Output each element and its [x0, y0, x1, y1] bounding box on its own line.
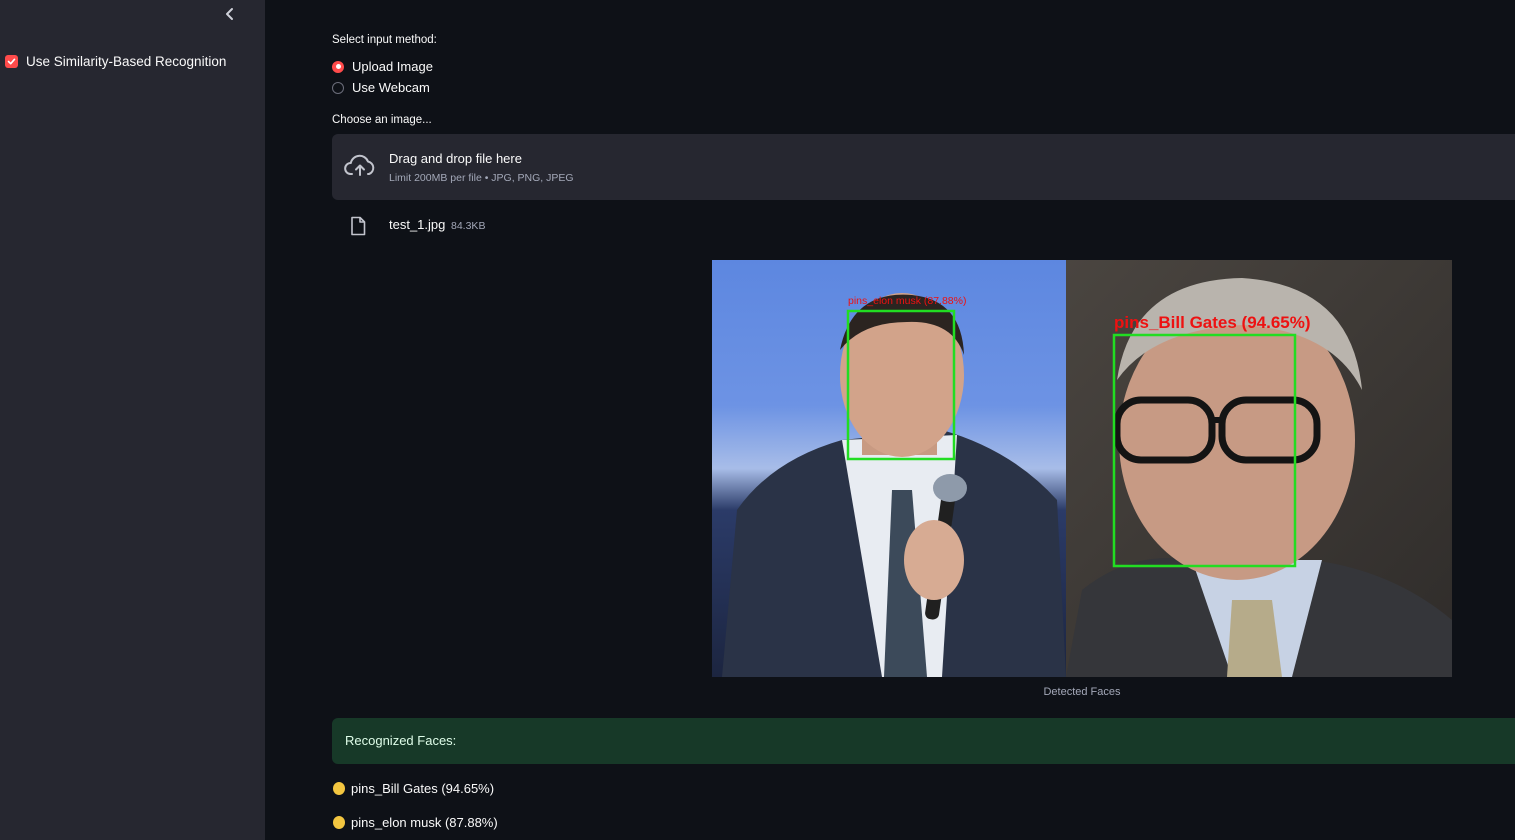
radio-label: Upload Image [352, 59, 433, 74]
recognized-face-label: pins_elon musk (87.88%) [351, 815, 498, 830]
face-emoji-icon [333, 816, 345, 829]
face-emoji-icon [333, 782, 345, 795]
uploaded-file-row [350, 216, 366, 236]
uploader-label: Choose an image... [332, 114, 432, 126]
chevron-left-icon [226, 8, 233, 20]
recognized-face-item: pins_Bill Gates (94.65%) [333, 781, 494, 796]
radio-button-selected[interactable] [332, 60, 344, 73]
recognized-face-item: pins_elon musk (87.88%) [333, 815, 498, 830]
input-method-label: Select input method: [332, 34, 437, 46]
sidebar: Use Similarity-Based Recognition [0, 0, 265, 840]
similarity-recognition-checkbox-row[interactable]: Use Similarity-Based Recognition [5, 54, 226, 69]
detection-label-gates: pins_Bill Gates (94.65%) [1114, 313, 1311, 332]
radio-label: Use Webcam [352, 80, 430, 95]
file-dropzone[interactable]: Drag and drop file here Limit 200MB per … [332, 134, 1515, 200]
cloud-upload-icon [344, 154, 375, 176]
main-content: Select input method: Upload Image Use We… [265, 0, 1515, 840]
dropzone-subtitle: Limit 200MB per file • JPG, PNG, JPEG [389, 172, 574, 184]
detection-label-elon: pins_elon musk (87.88%) [848, 295, 966, 307]
similarity-recognition-checkbox[interactable] [5, 55, 18, 68]
recognized-faces-alert: Recognized Faces: [332, 718, 1515, 764]
radio-button-unselected[interactable] [332, 81, 344, 94]
dropzone-title: Drag and drop file here [389, 151, 522, 166]
check-icon [7, 58, 16, 65]
recognized-faces-label: Recognized Faces: [345, 733, 457, 748]
checkbox-label: Use Similarity-Based Recognition [26, 54, 227, 69]
image-caption: Detected Faces [1043, 686, 1121, 698]
uploaded-file-name: test_1.jpg [389, 217, 446, 232]
uploaded-file-size: 84.3KB [451, 220, 486, 232]
collapse-sidebar-button[interactable] [220, 4, 240, 24]
left-photo [712, 260, 1066, 677]
radio-upload-image[interactable]: Upload Image [332, 59, 433, 74]
file-icon [351, 216, 366, 236]
recognized-face-label: pins_Bill Gates (94.65%) [351, 781, 495, 796]
radio-use-webcam[interactable]: Use Webcam [332, 80, 430, 95]
detected-faces-image: pins_elon musk (87.88%) pins_Bill Gates … [712, 260, 1452, 677]
